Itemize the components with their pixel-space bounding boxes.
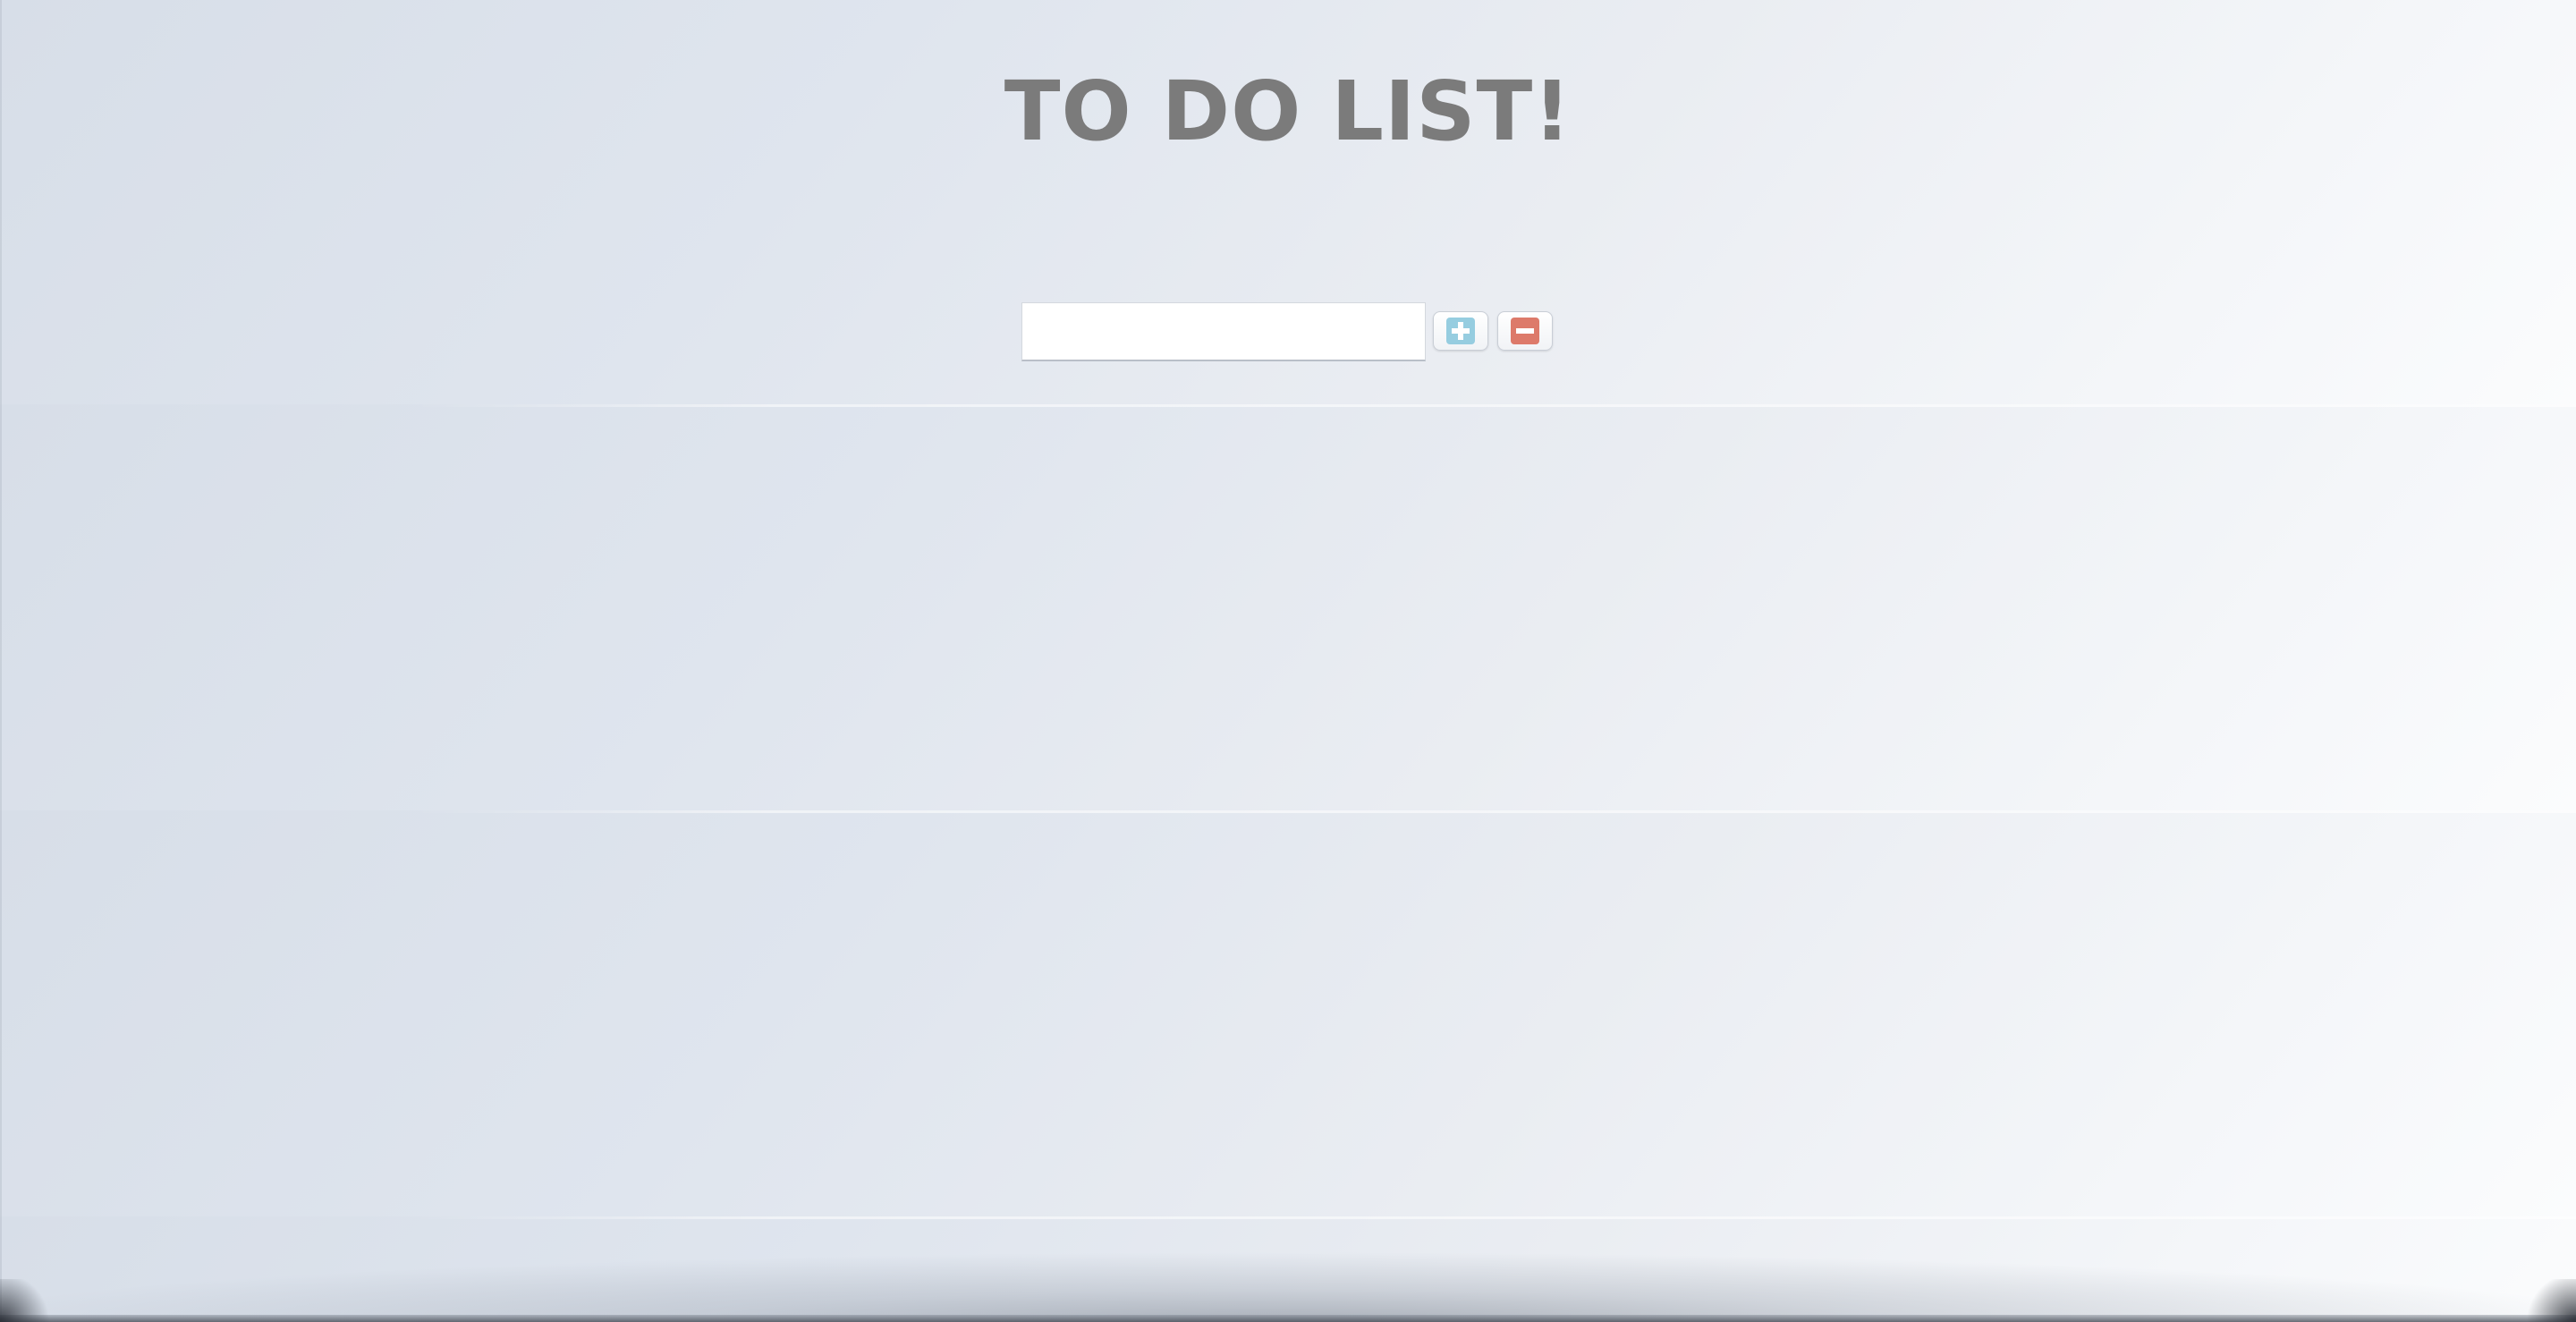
- todo-input[interactable]: [1021, 302, 1426, 361]
- band-divider: [0, 404, 2576, 407]
- bottom-shadow: [0, 1252, 2576, 1322]
- plus-icon: [1446, 318, 1475, 344]
- background-band: [0, 810, 2576, 1216]
- window-corner: [2513, 1279, 2576, 1322]
- remove-item-button[interactable]: [1497, 311, 1553, 351]
- window-corner: [0, 1279, 63, 1322]
- window-edge: [0, 0, 2, 1322]
- band-divider: [0, 810, 2576, 813]
- add-item-button[interactable]: [1433, 311, 1488, 351]
- page-title: TO DO LIST!: [1004, 64, 1572, 159]
- band-divider: [0, 1216, 2576, 1219]
- minus-icon: [1511, 318, 1539, 344]
- background-band: [0, 404, 2576, 810]
- bottom-edge: [0, 1315, 2576, 1322]
